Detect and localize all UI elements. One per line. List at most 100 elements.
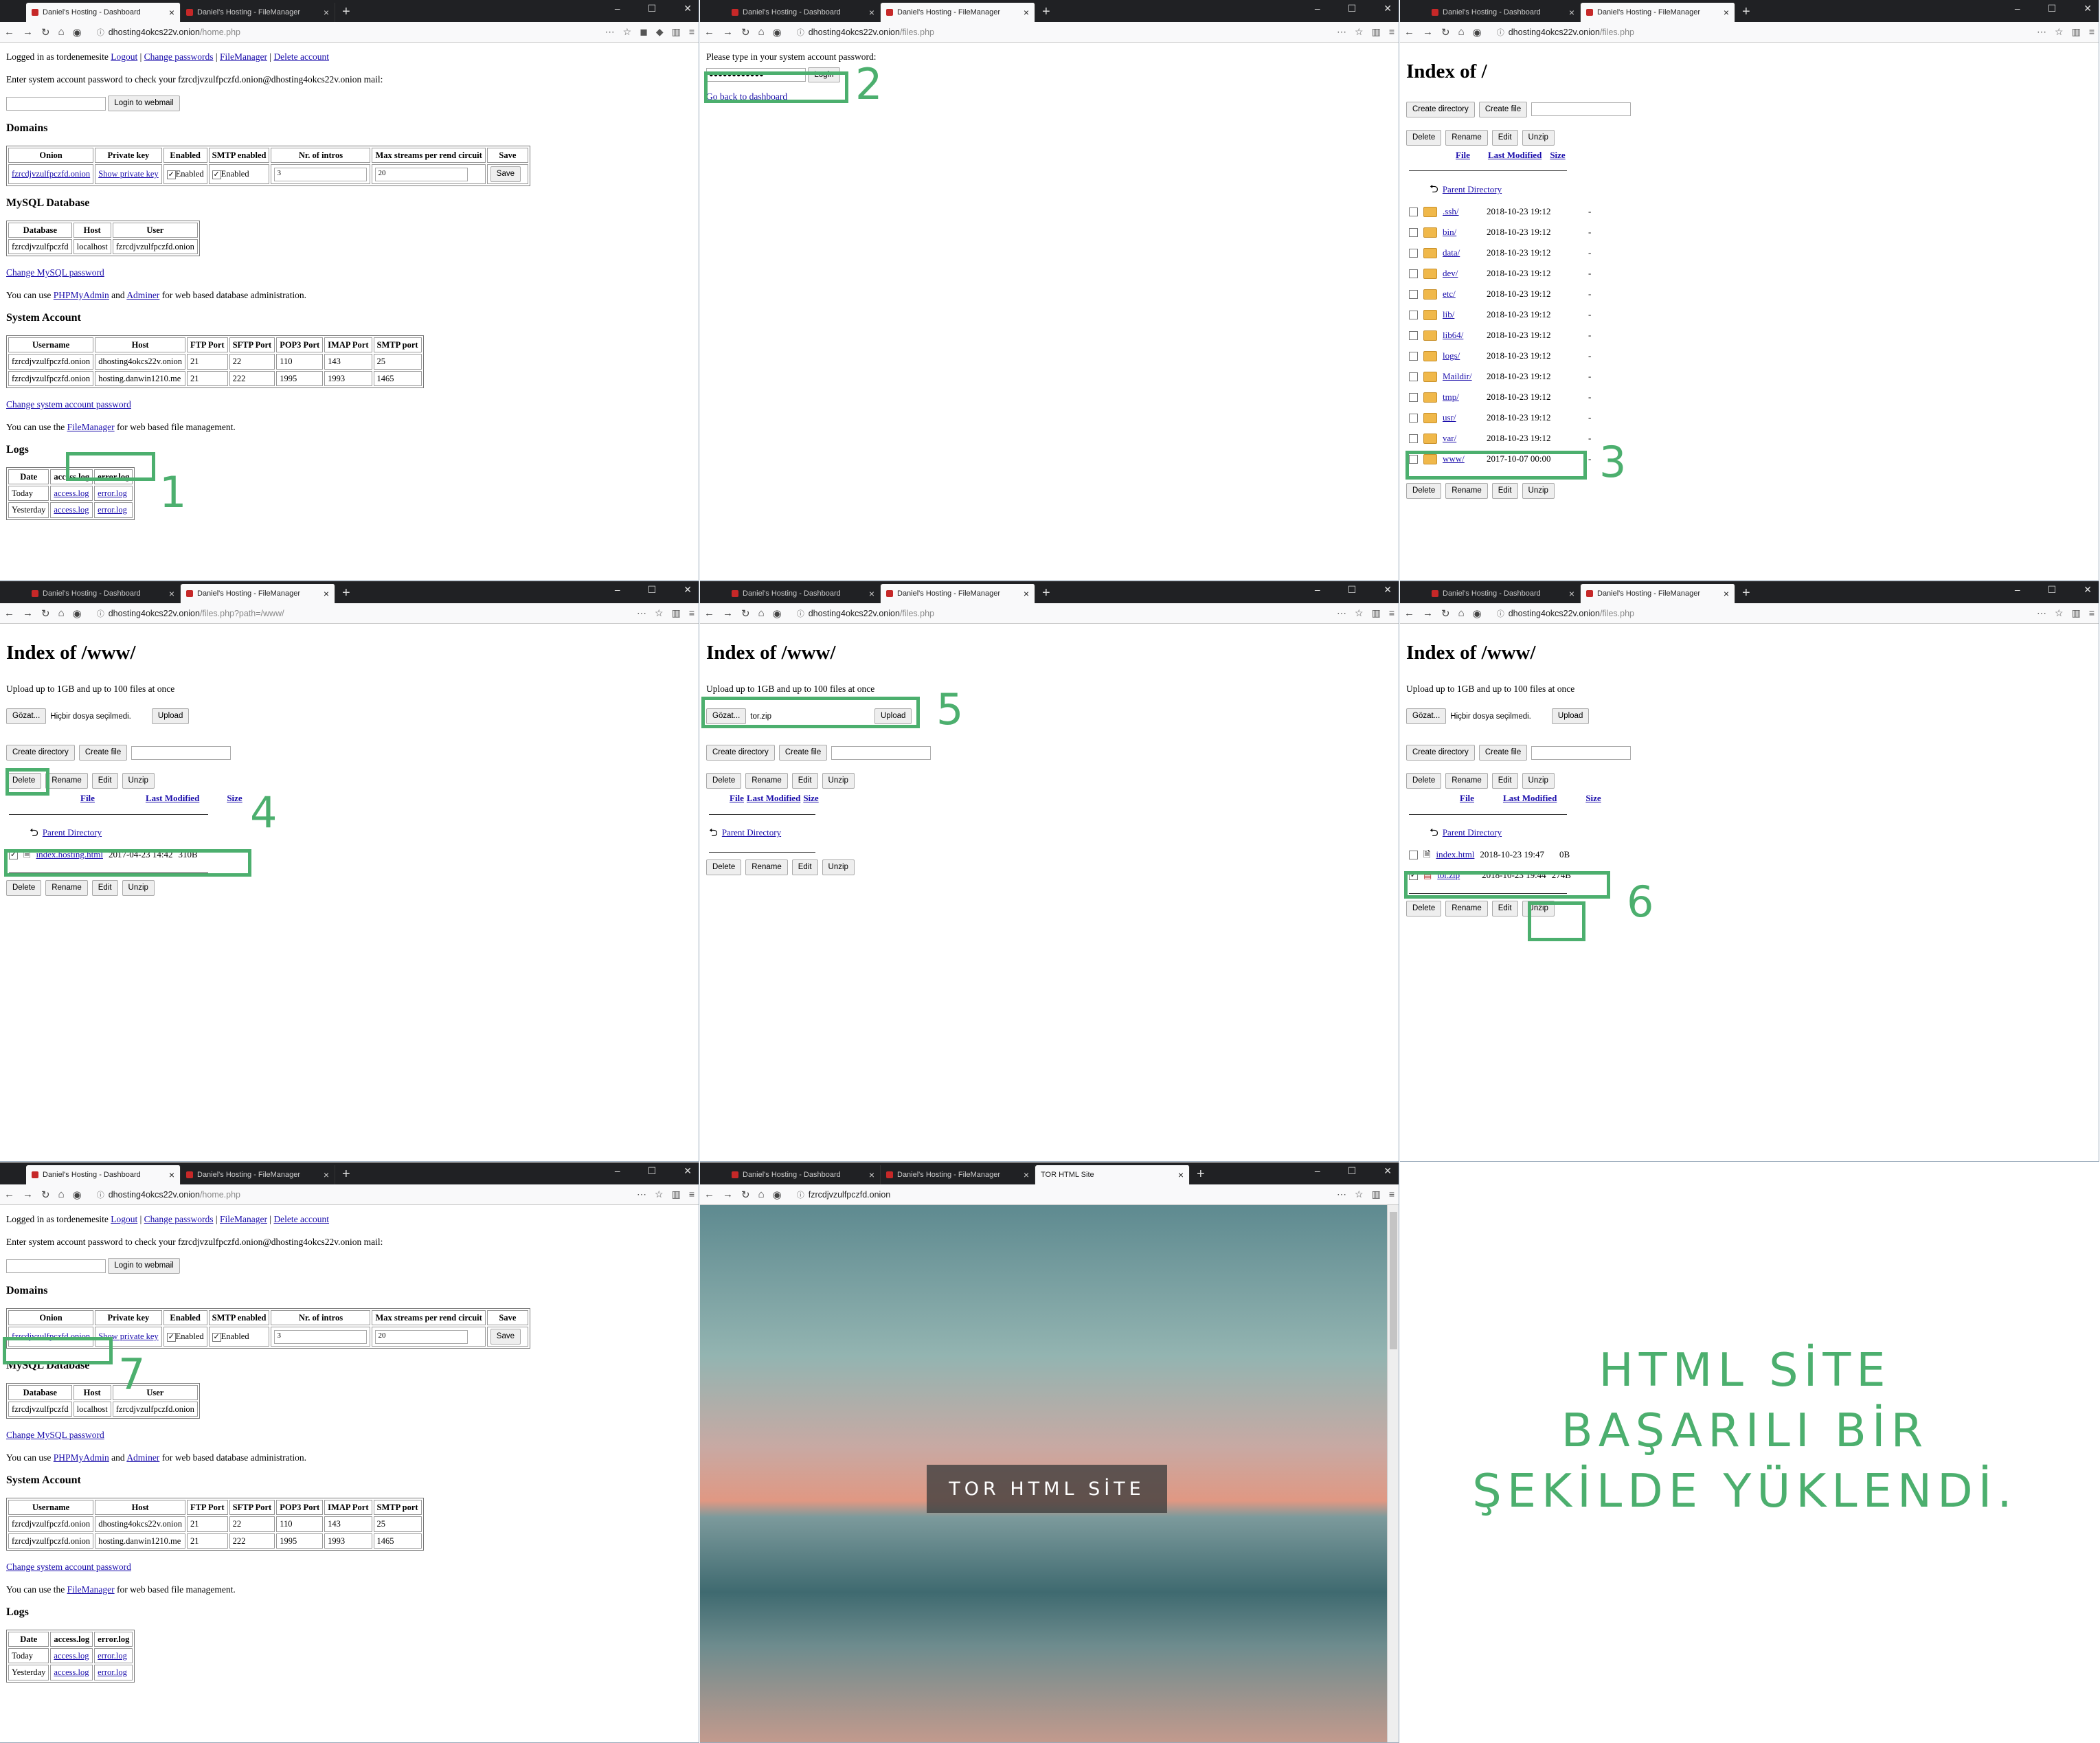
tab-filemanager[interactable]: Daniel's Hosting - FileManager ×	[181, 3, 335, 22]
filemanager-link[interactable]: FileManager	[220, 1214, 267, 1224]
close-window-icon[interactable]: ✕	[2084, 3, 2092, 14]
reload-icon[interactable]: ↻	[1441, 607, 1450, 620]
sort-file-link[interactable]: File	[80, 793, 95, 805]
new-tab-button[interactable]: +	[335, 584, 357, 603]
menu-icon[interactable]: ≡	[1389, 1189, 1395, 1200]
directory-link[interactable]: logs/	[1443, 350, 1481, 362]
home-icon[interactable]: ⌂	[58, 1189, 65, 1200]
directory-link[interactable]: tmp/	[1443, 392, 1481, 403]
new-tab-button[interactable]: +	[1735, 584, 1757, 603]
minimize-icon[interactable]: –	[615, 3, 620, 14]
error-log-link[interactable]: error.log	[98, 505, 127, 515]
sort-size-link[interactable]: Size	[1585, 793, 1601, 805]
maximize-icon[interactable]: ☐	[2048, 584, 2057, 596]
new-tab-button[interactable]: +	[1735, 3, 1757, 22]
new-tab-button[interactable]: +	[1035, 3, 1057, 22]
sort-modified-link[interactable]: Last Modified	[146, 793, 199, 805]
new-name-input[interactable]	[831, 745, 932, 760]
minimize-icon[interactable]: –	[1315, 3, 1320, 14]
scrollbar[interactable]	[1387, 1205, 1399, 1742]
home-icon[interactable]: ⌂	[758, 26, 765, 38]
new-tab-button[interactable]: +	[1190, 1165, 1212, 1184]
maximize-icon[interactable]: ☐	[1348, 3, 1357, 14]
webmail-password-input[interactable]	[6, 96, 106, 111]
change-system-password-link[interactable]: Change system account password	[6, 399, 131, 409]
edit-button[interactable]: Edit	[791, 773, 818, 789]
close-icon[interactable]: ×	[169, 1169, 174, 1180]
new-name-input[interactable]	[131, 745, 232, 760]
directory-link[interactable]: bin/	[1443, 227, 1481, 238]
reload-icon[interactable]: ↻	[741, 607, 750, 620]
login-webmail-button[interactable]: Login to webmail	[108, 95, 180, 112]
tab-dashboard[interactable]: Daniel's Hosting - Dashboard ×	[26, 1165, 181, 1184]
back-icon[interactable]: ←	[4, 26, 14, 38]
minimize-icon[interactable]: –	[1315, 1165, 1320, 1177]
browse-button[interactable]: Gözat...	[1406, 708, 1447, 725]
url-bar[interactable]: ⓘ dhosting4okcs22v.onion/files.php	[1490, 27, 2029, 38]
url-bar[interactable]: ⓘ dhosting4okcs22v.onion/home.php	[90, 1189, 629, 1200]
directory-checkbox[interactable]	[1409, 310, 1418, 319]
star-icon[interactable]: ☆	[2055, 607, 2064, 619]
home-icon[interactable]: ⌂	[58, 607, 65, 619]
maximize-icon[interactable]: ☐	[1348, 1165, 1357, 1177]
unzip-button[interactable]: Unzip	[822, 859, 855, 875]
close-icon[interactable]: ×	[1724, 7, 1729, 18]
tor-onion-icon[interactable]: ◉	[773, 26, 782, 38]
filemanager-link[interactable]: FileManager	[220, 52, 267, 62]
rename-button[interactable]: Rename	[745, 773, 788, 789]
edit-button[interactable]: Edit	[1491, 129, 1518, 146]
access-log-link[interactable]: access.log	[54, 1651, 89, 1661]
create-file-button[interactable]: Create file	[1478, 101, 1528, 117]
close-icon[interactable]: ×	[324, 588, 329, 599]
logout-link[interactable]: Logout	[111, 52, 137, 62]
tor-onion-icon[interactable]: ◉	[1473, 607, 1482, 620]
back-icon[interactable]: ←	[704, 607, 714, 619]
new-name-input[interactable]	[1531, 745, 1632, 760]
reload-icon[interactable]: ↻	[41, 1189, 50, 1201]
edit-button[interactable]: Edit	[1491, 483, 1518, 499]
unzip-button[interactable]: Unzip	[122, 879, 155, 896]
menu-icon[interactable]: ≡	[1389, 607, 1395, 619]
star-icon[interactable]: ☆	[1355, 607, 1364, 619]
phpmyadmin-link[interactable]: PHPMyAdmin	[54, 290, 109, 300]
rename-button[interactable]: Rename	[1445, 773, 1488, 789]
onion-link[interactable]: fzrcdjvzulfpczfd.onion	[12, 169, 90, 179]
home-icon[interactable]: ⌂	[758, 1189, 765, 1200]
streams-stepper[interactable]: 20	[375, 167, 468, 181]
back-icon[interactable]: ←	[1404, 26, 1414, 38]
ublock-icon[interactable]: ◆	[656, 26, 664, 38]
tor-onion-icon[interactable]: ◉	[73, 1189, 82, 1201]
directory-checkbox[interactable]	[1409, 248, 1418, 258]
delete-button[interactable]: Delete	[1406, 900, 1442, 917]
close-window-icon[interactable]: ✕	[684, 1165, 692, 1177]
maximize-icon[interactable]: ☐	[648, 584, 657, 596]
library-icon[interactable]: ▥	[672, 26, 681, 38]
close-window-icon[interactable]: ✕	[684, 584, 692, 596]
sort-file-link[interactable]: File	[730, 793, 744, 805]
star-icon[interactable]: ☆	[1355, 26, 1364, 38]
close-window-icon[interactable]: ✕	[2084, 584, 2092, 596]
tor-onion-icon[interactable]: ◉	[73, 26, 82, 38]
close-window-icon[interactable]: ✕	[1384, 3, 1392, 14]
save-button[interactable]: Save	[490, 1329, 521, 1345]
url-bar[interactable]: ⓘ dhosting4okcs22v.onion/files.php	[790, 27, 1329, 38]
directory-row[interactable]: logs/2018-10-23 19:12 -	[1409, 346, 2092, 366]
tab-filemanager[interactable]: Daniel's Hosting - FileManager ×	[881, 1165, 1035, 1184]
library-icon[interactable]: ▥	[2072, 607, 2081, 619]
close-icon[interactable]: ×	[1178, 1169, 1184, 1180]
webmail-password-input[interactable]	[6, 1259, 106, 1273]
minimize-icon[interactable]: –	[615, 1165, 620, 1177]
close-icon[interactable]: ×	[1024, 7, 1029, 18]
unzip-button[interactable]: Unzip	[122, 773, 155, 789]
sort-size-link[interactable]: Size	[227, 793, 242, 805]
tab-filemanager[interactable]: Daniel's Hosting - FileManager ×	[1581, 584, 1735, 603]
directory-row[interactable]: lib/2018-10-23 19:12 -	[1409, 304, 2092, 325]
new-tab-button[interactable]: +	[335, 3, 357, 22]
filemanager-link[interactable]: FileManager	[67, 422, 115, 432]
close-window-icon[interactable]: ✕	[1384, 1165, 1392, 1177]
scrollbar-thumb[interactable]	[1390, 1212, 1397, 1349]
error-log-link[interactable]: error.log	[98, 1667, 127, 1677]
directory-link[interactable]: etc/	[1443, 289, 1481, 300]
minimize-icon[interactable]: –	[1315, 584, 1320, 596]
create-directory-button[interactable]: Create directory	[706, 745, 775, 761]
